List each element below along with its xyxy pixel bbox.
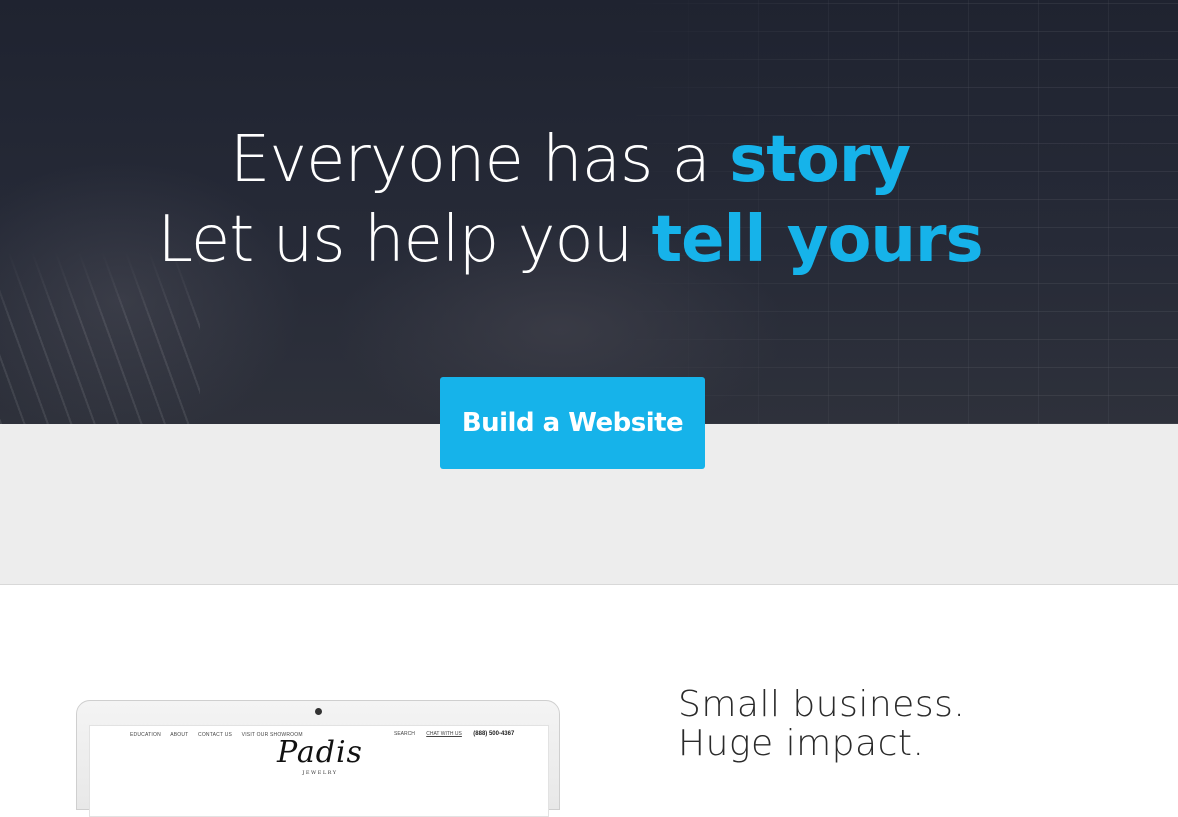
laptop-camera-icon <box>315 708 322 715</box>
hero-line1-text: Everyone has a <box>229 123 730 197</box>
laptop-mockup: EDUCATION ABOUT CONTACT US VISIT OUR SHO… <box>76 700 560 817</box>
preview-nav-item: EDUCATION <box>130 732 161 738</box>
hero-headline: Everyone has a story Let us help you tel… <box>0 120 1140 280</box>
laptop-screen-preview: EDUCATION ABOUT CONTACT US VISIT OUR SHO… <box>89 725 549 817</box>
preview-utility-bar: SEARCH CHAT WITH US (888) 500-4367 <box>394 731 524 737</box>
preview-nav-item: CONTACT US <box>198 732 233 738</box>
preview-search-label: SEARCH <box>394 731 415 737</box>
preview-chat-link: CHAT WITH US <box>426 731 462 737</box>
feature-tagline: Small business. Huge impact. <box>678 685 965 763</box>
preview-logo-subtext: JEWELRY <box>302 770 338 776</box>
hero-headline-line-1: Everyone has a story <box>0 120 1140 200</box>
preview-logo: Padis <box>277 735 363 770</box>
hero-line2-accent: tell yours <box>651 203 984 277</box>
hero-banner: Everyone has a story Let us help you tel… <box>0 0 1178 424</box>
feature-tagline-line-2: Huge impact. <box>678 723 925 764</box>
hero-line2-text: Let us help you <box>157 203 652 277</box>
feature-tagline-line-1: Small business. <box>678 684 966 725</box>
build-website-button[interactable]: Build a Website <box>440 377 705 469</box>
hero-headline-line-2: Let us help you tell yours <box>0 200 1140 280</box>
feature-section: EDUCATION ABOUT CONTACT US VISIT OUR SHO… <box>0 585 1178 817</box>
preview-nav-item: ABOUT <box>170 732 189 738</box>
preview-phone: (888) 500-4367 <box>473 731 515 737</box>
hero-line1-accent: story <box>729 123 911 197</box>
